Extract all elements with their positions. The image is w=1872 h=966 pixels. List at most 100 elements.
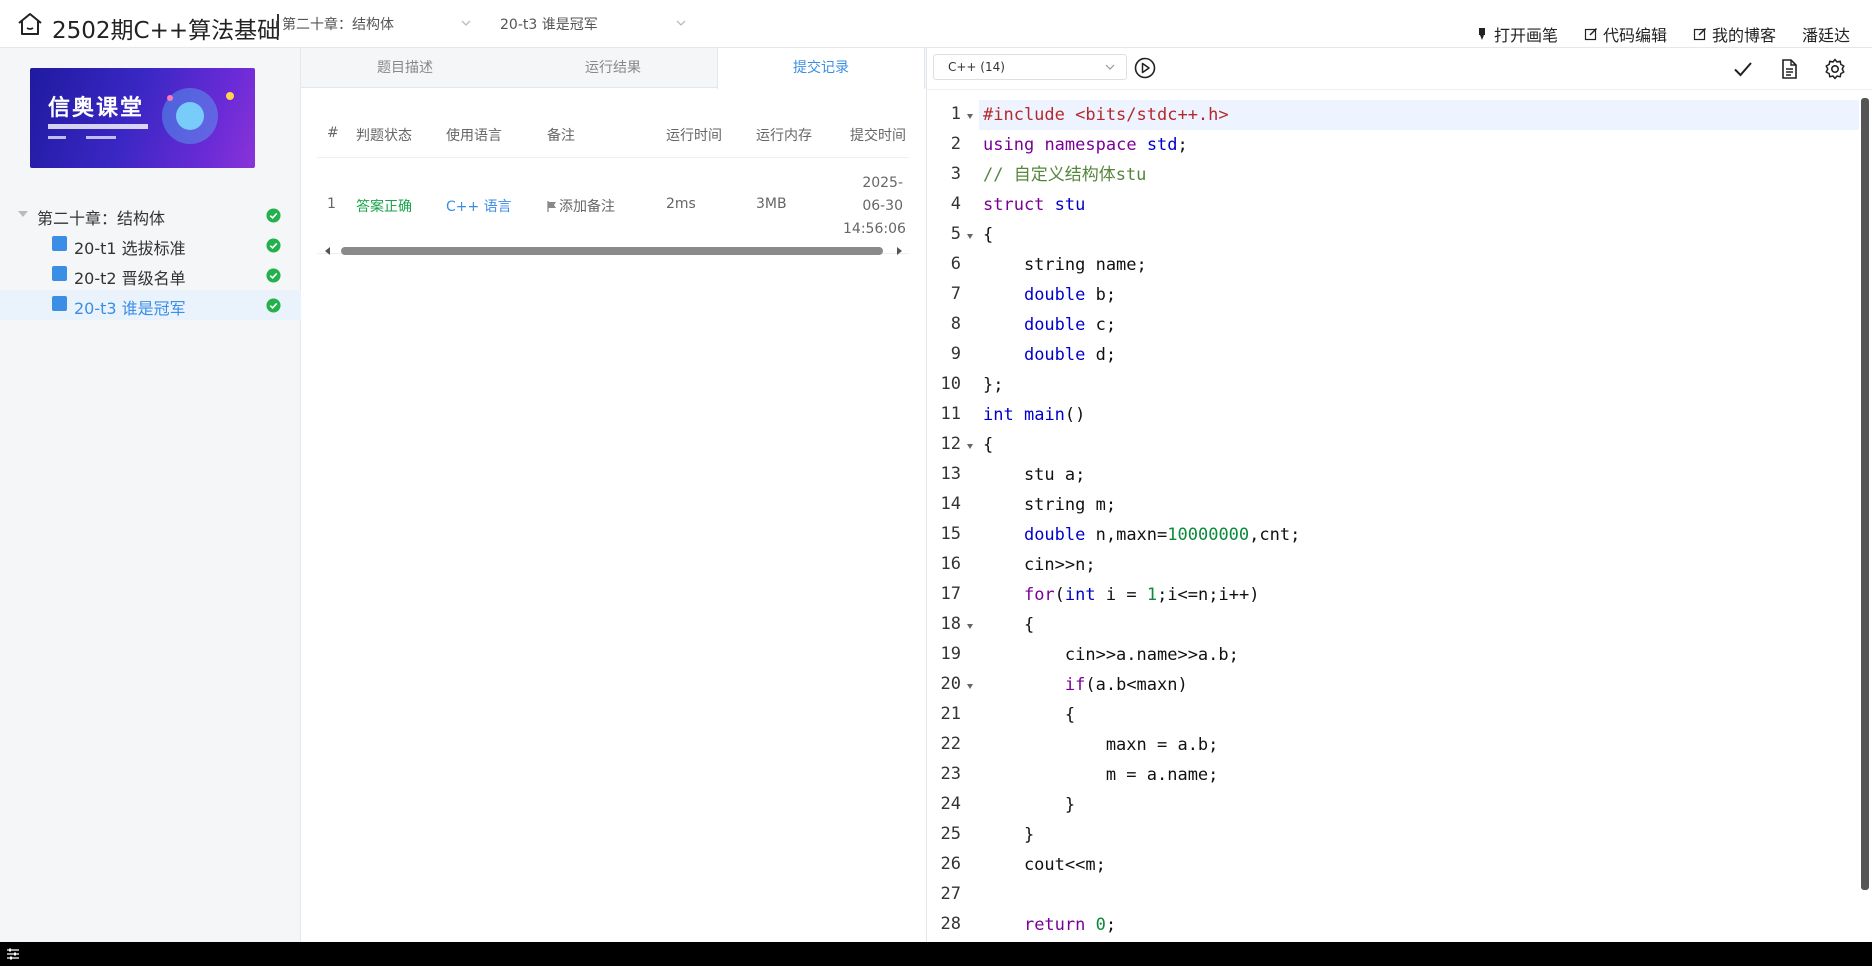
column-header: 使用语言 (446, 128, 502, 144)
code-line: cout<<m; (983, 855, 1106, 875)
chapter-select[interactable]: 第二十章：结构体 (277, 14, 471, 36)
column-header: 运行内存 (756, 128, 812, 144)
course-banner: 信奥课堂 (30, 68, 255, 168)
code-line: maxn = a.b; (983, 735, 1219, 755)
language-select-value: C++ (14) (948, 60, 1005, 74)
line-number: 2 (950, 134, 961, 154)
code-line: } (983, 825, 1035, 845)
line-number: 1 (950, 104, 961, 124)
line-number: 4 (950, 194, 961, 214)
line-number: 27 (940, 884, 961, 904)
fold-icon[interactable] (967, 684, 973, 689)
table-row[interactable]: 1 答案正确 C++ 语言 添加备注 2ms 3MB 2025-06-30 14… (317, 158, 909, 254)
my-blog-button[interactable]: 我的博客 (1693, 22, 1776, 46)
user-menu[interactable]: 潘廷达 (1802, 22, 1850, 46)
line-number: 7 (950, 284, 961, 304)
tree-chapter[interactable]: 第二十章：结构体 (0, 200, 301, 230)
caret-down-icon[interactable] (18, 211, 28, 217)
line-number: 11 (940, 404, 961, 424)
code-line: for(int i = 1;i<=n;i++) (1023, 585, 1260, 605)
language-link[interactable]: C++ 语言 (446, 196, 512, 216)
code-line: // 自定义结构体stu (983, 165, 1147, 185)
line-gutter: 1 2 3 4 5 6 7 8 9 10 11 12 13 14 15 16 1… (927, 90, 979, 942)
tab-run-result[interactable]: 运行结果 (509, 48, 717, 88)
code-line: #include <bits/stdc++.h> (983, 105, 1229, 125)
line-number: 21 (940, 704, 961, 724)
status-badge[interactable]: 答案正确 (356, 196, 412, 216)
tab-description[interactable]: 题目描述 (301, 48, 509, 88)
header-actions: 打开画笔 代码编辑 我的博客 潘廷达 (1449, 22, 1850, 46)
language-select[interactable]: C++ (14) (933, 54, 1127, 80)
table-header: # 判题状态 使用语言 备注 运行时间 运行内存 提交时间 (317, 108, 909, 158)
check-circle-icon (266, 298, 281, 313)
code-line: { (983, 225, 994, 245)
horizontal-scrollbar[interactable] (317, 244, 909, 258)
line-number: 8 (950, 314, 961, 334)
code-line: string name; (983, 255, 1147, 275)
tree-problem-item[interactable]: 20-t2 晋级名单 (0, 260, 301, 290)
top-header: 2502期C++算法基础 第二十章：结构体 20-t3 谁是冠军 打开画笔 代码… (0, 0, 1872, 48)
code-line: { (983, 705, 1076, 725)
problem-tabs: 题目描述 运行结果 提交记录 (301, 48, 926, 89)
code-line: struct stu (983, 195, 1086, 215)
line-number: 17 (940, 584, 961, 604)
line-number: 22 (940, 734, 961, 754)
tree-chapter-label: 第二十章：结构体 (37, 209, 166, 228)
code-line: } (983, 795, 1076, 815)
scrollbar-thumb[interactable] (1861, 98, 1869, 890)
code-line: stu a; (983, 465, 1086, 485)
memory: 3MB (756, 196, 787, 212)
chevron-down-icon (461, 20, 471, 26)
column-header: # (327, 125, 339, 141)
add-note-button[interactable]: 添加备注 (547, 196, 615, 216)
open-pen-button[interactable]: 打开画笔 (1475, 22, 1558, 46)
vertical-scrollbar[interactable] (1861, 98, 1869, 890)
code-line: { (983, 615, 1035, 635)
code-line: double n,maxn=10000000,cnt; (1023, 525, 1301, 545)
editor-toolbar: C++ (14) (927, 48, 1872, 90)
tree-problem-item-active[interactable]: 20-t3 谁是冠军 (0, 290, 301, 320)
scroll-left-icon[interactable] (325, 247, 330, 255)
line-number: 23 (940, 764, 961, 784)
line-number: 6 (950, 254, 961, 274)
bottom-bar (0, 942, 1872, 966)
pen-icon (1478, 28, 1485, 40)
chevron-down-icon (1105, 64, 1115, 70)
check-circle-icon (266, 238, 281, 253)
line-number: 10 (940, 374, 961, 394)
tree-problem-item[interactable]: 20-t1 选拔标准 (0, 230, 301, 260)
gear-icon[interactable] (1824, 58, 1846, 80)
course-title: 2502期C++算法基础 (52, 18, 281, 44)
fold-icon[interactable] (967, 624, 973, 629)
play-circle-icon[interactable] (1134, 57, 1156, 79)
code-line: double b; (1023, 285, 1117, 305)
code-line: cin>>a.name>>a.b; (983, 645, 1239, 665)
submission-index: 1 (327, 196, 336, 212)
tree-problem-label: 20-t3 谁是冠军 (74, 299, 186, 318)
code-file-icon (52, 236, 67, 251)
fold-icon[interactable] (967, 234, 973, 239)
flag-icon (547, 201, 556, 212)
home-icon[interactable] (16, 11, 44, 37)
tab-submissions[interactable]: 提交记录 (717, 48, 925, 89)
fold-icon[interactable] (967, 444, 973, 449)
column-header: 备注 (547, 128, 575, 144)
code-line: string m; (983, 495, 1117, 515)
sliders-icon[interactable] (6, 947, 20, 961)
code-editor-panel: C++ (14) 1 2 3 4 5 6 7 8 9 10 11 12 13 1… (927, 48, 1872, 942)
fold-icon[interactable] (967, 114, 973, 119)
line-number: 16 (940, 554, 961, 574)
document-icon[interactable] (1778, 58, 1800, 80)
code-line: return 0; (1023, 915, 1117, 935)
problem-panel: 题目描述 运行结果 提交记录 # 判题状态 使用语言 备注 运行时间 运行内存 … (301, 48, 926, 942)
problem-select[interactable]: 20-t3 谁是冠军 (500, 14, 692, 36)
code-line: cin>>n; (983, 555, 1096, 575)
line-number: 26 (940, 854, 961, 874)
code-edit-button[interactable]: 代码编辑 (1584, 22, 1667, 46)
scrollbar-thumb[interactable] (341, 247, 883, 255)
scroll-right-icon[interactable] (897, 247, 902, 255)
code-area[interactable]: 1 2 3 4 5 6 7 8 9 10 11 12 13 14 15 16 1… (927, 90, 1872, 942)
check-icon[interactable] (1732, 58, 1754, 80)
chevron-down-icon (676, 20, 686, 26)
